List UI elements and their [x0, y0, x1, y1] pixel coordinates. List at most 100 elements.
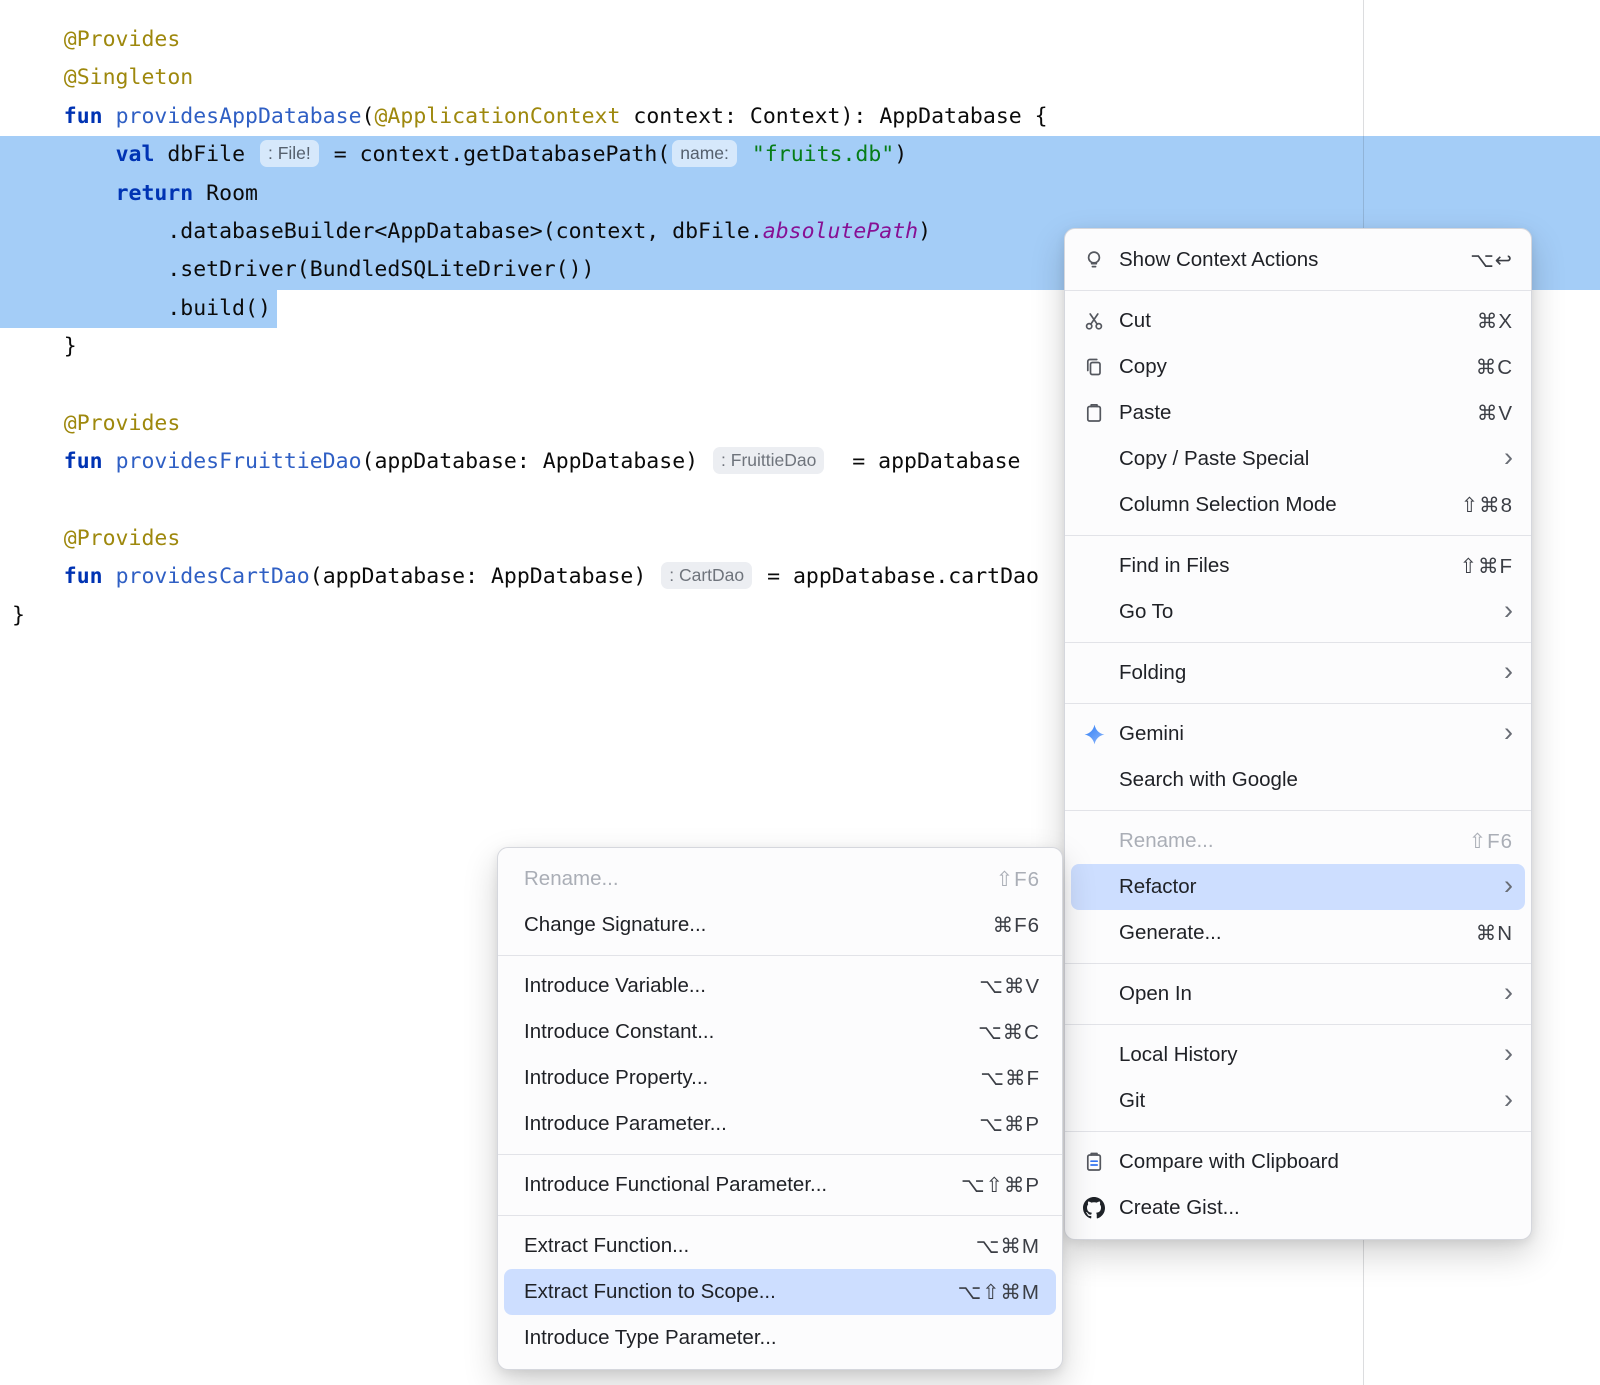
menu-item-paste[interactable]: Paste ⌘V — [1071, 390, 1525, 436]
shortcut-label: ⌘N — [1476, 921, 1513, 946]
scissors-icon — [1083, 310, 1119, 332]
submenu-arrow-icon: › — [1504, 1086, 1513, 1113]
shortcut-label: ⌥⌘V — [979, 974, 1040, 999]
menu-separator — [1065, 703, 1531, 704]
menu-item-label: Change Signature... — [524, 913, 706, 937]
menu-item-open-in[interactable]: Open In › — [1071, 971, 1525, 1017]
copy-icon — [1083, 356, 1119, 378]
submenu-arrow-icon: › — [1504, 979, 1513, 1006]
menu-item-label: Show Context Actions — [1119, 248, 1318, 272]
shortcut-label: ⇧F6 — [996, 867, 1040, 892]
lightbulb-icon — [1083, 249, 1119, 271]
menu-item-label: Rename... — [524, 867, 619, 891]
menu-item-extract-function[interactable]: Extract Function... ⌥⌘M — [504, 1223, 1056, 1269]
menu-item-introduce-functional-parameter[interactable]: Introduce Functional Parameter... ⌥⇧⌘P — [504, 1162, 1056, 1208]
menu-item-refactor[interactable]: Refactor › — [1071, 864, 1525, 910]
menu-item-introduce-parameter[interactable]: Introduce Parameter...⌥⌘P — [504, 1101, 1056, 1147]
inlay-hint-chip[interactable]: : File! — [260, 140, 319, 167]
shortcut-label: ⌘C — [1476, 355, 1513, 380]
submenu-arrow-icon: › — [1504, 1040, 1513, 1067]
code-line[interactable]: val dbFile : File! = context.getDatabase… — [0, 136, 1600, 174]
menu-item-create-gist[interactable]: Create Gist... — [1071, 1185, 1525, 1231]
menu-item-cut[interactable]: Cut ⌘X — [1071, 298, 1525, 344]
menu-item-introduce-constant[interactable]: Introduce Constant...⌥⌘C — [504, 1009, 1056, 1055]
shortcut-label: ⇧⌘8 — [1461, 493, 1513, 518]
shortcut-label: ⌘F6 — [993, 913, 1040, 938]
menu-item-folding[interactable]: Folding › — [1071, 650, 1525, 696]
menu-separator — [1065, 535, 1531, 536]
inlay-hint-chip[interactable]: : CartDao — [661, 562, 752, 589]
code-line[interactable]: fun providesAppDatabase(@ApplicationCont… — [0, 98, 1600, 136]
menu-item-introduce-property[interactable]: Introduce Property... ⌥⌘F — [504, 1055, 1056, 1101]
menu-separator — [498, 955, 1062, 956]
menu-item-label: Introduce Constant... — [524, 1020, 714, 1044]
code-line[interactable]: return Room — [0, 175, 1600, 213]
shortcut-label: ⌘X — [1477, 309, 1513, 334]
menu-item-label: Open In — [1119, 982, 1192, 1006]
menu-item-label: Introduce Variable... — [524, 974, 706, 998]
menu-item-rename[interactable]: Rename... ⇧F6 — [504, 856, 1056, 902]
menu-separator — [1065, 1024, 1531, 1025]
shortcut-label: ⇧⌘F — [1460, 554, 1513, 579]
editor-context-menu: Show Context Actions ⌥↩ Cut ⌘X Copy⌘C Paste ⌘V… — [1064, 228, 1532, 1240]
menu-item-label: Introduce Functional Parameter... — [524, 1173, 827, 1197]
code-line[interactable]: .build() — [0, 290, 277, 328]
shortcut-label: ⌥⌘P — [979, 1112, 1040, 1137]
menu-item-introduce-variable[interactable]: Introduce Variable... ⌥⌘V — [504, 963, 1056, 1009]
menu-item-generate[interactable]: Generate... ⌘N — [1071, 910, 1525, 956]
menu-separator — [498, 1215, 1062, 1216]
menu-item-label: Create Gist... — [1119, 1196, 1240, 1220]
menu-separator — [1065, 810, 1531, 811]
menu-item-label: Search with Google — [1119, 768, 1298, 792]
shortcut-label: ⌘V — [1477, 401, 1513, 426]
menu-item-label: Git — [1119, 1089, 1145, 1113]
menu-item-copy[interactable]: Copy⌘C — [1071, 344, 1525, 390]
menu-item-label: Folding — [1119, 661, 1186, 685]
menu-item-label: Extract Function to Scope... — [524, 1280, 776, 1304]
inlay-hint-chip[interactable]: name: — [672, 140, 737, 167]
menu-item-label: Generate... — [1119, 921, 1222, 945]
menu-item-label: Refactor — [1119, 875, 1196, 899]
shortcut-label: ⌥⇧⌘P — [961, 1173, 1040, 1198]
shortcut-label: ⇧F6 — [1469, 829, 1513, 854]
menu-item-label: Cut — [1119, 309, 1151, 333]
menu-item-show-context-actions[interactable]: Show Context Actions ⌥↩ — [1071, 237, 1525, 283]
menu-item-change-signature[interactable]: Change Signature... ⌘F6 — [504, 902, 1056, 948]
menu-separator — [1065, 290, 1531, 291]
shortcut-label: ⌥⇧⌘M — [958, 1280, 1040, 1305]
menu-separator — [1065, 642, 1531, 643]
code-line[interactable]: @Singleton — [0, 59, 1600, 97]
menu-item-extract-function-to-scope[interactable]: Extract Function to Scope... ⌥⇧⌘M — [504, 1269, 1056, 1315]
code-line[interactable]: @Provides — [0, 21, 1600, 59]
submenu-arrow-icon: › — [1504, 658, 1513, 685]
menu-item-search-with-google[interactable]: Search with Google — [1071, 757, 1525, 803]
menu-item-label: Copy / Paste Special — [1119, 447, 1309, 471]
menu-item-label: Introduce Property... — [524, 1066, 708, 1090]
menu-item-copy-paste-special[interactable]: Copy / Paste Special › — [1071, 436, 1525, 482]
menu-item-label: Extract Function... — [524, 1234, 689, 1258]
menu-item-label: Local History — [1119, 1043, 1238, 1067]
menu-item-gemini[interactable]: Gemini› — [1071, 711, 1525, 757]
menu-item-label: Go To — [1119, 600, 1173, 624]
menu-item-label: Compare with Clipboard — [1119, 1150, 1339, 1174]
menu-item-label: Paste — [1119, 401, 1171, 425]
menu-item-column-selection-mode[interactable]: Column Selection Mode ⇧⌘8 — [1071, 482, 1525, 528]
menu-item-compare-with-clipboard[interactable]: Compare with Clipboard — [1071, 1139, 1525, 1185]
submenu-arrow-icon: › — [1504, 444, 1513, 471]
menu-item-rename[interactable]: Rename... ⇧F6 — [1071, 818, 1525, 864]
submenu-arrow-icon: › — [1504, 872, 1513, 899]
shortcut-label: ⌥⌘M — [976, 1234, 1040, 1259]
shortcut-label: ⌥↩ — [1470, 248, 1513, 273]
menu-item-go-to[interactable]: Go To› — [1071, 589, 1525, 635]
menu-item-git[interactable]: Git › — [1071, 1078, 1525, 1124]
menu-item-introduce-type-parameter[interactable]: Introduce Type Parameter... — [504, 1315, 1056, 1361]
menu-item-label: Column Selection Mode — [1119, 493, 1337, 517]
shortcut-label: ⌥⌘F — [980, 1066, 1040, 1091]
menu-item-local-history[interactable]: Local History › — [1071, 1032, 1525, 1078]
menu-item-label: Rename... — [1119, 829, 1214, 853]
menu-item-find-in-files[interactable]: Find in Files⇧⌘F — [1071, 543, 1525, 589]
menu-separator — [1065, 1131, 1531, 1132]
menu-separator — [1065, 963, 1531, 964]
inlay-hint-chip[interactable]: : FruittieDao — [713, 447, 824, 474]
gemini-icon — [1083, 723, 1119, 746]
